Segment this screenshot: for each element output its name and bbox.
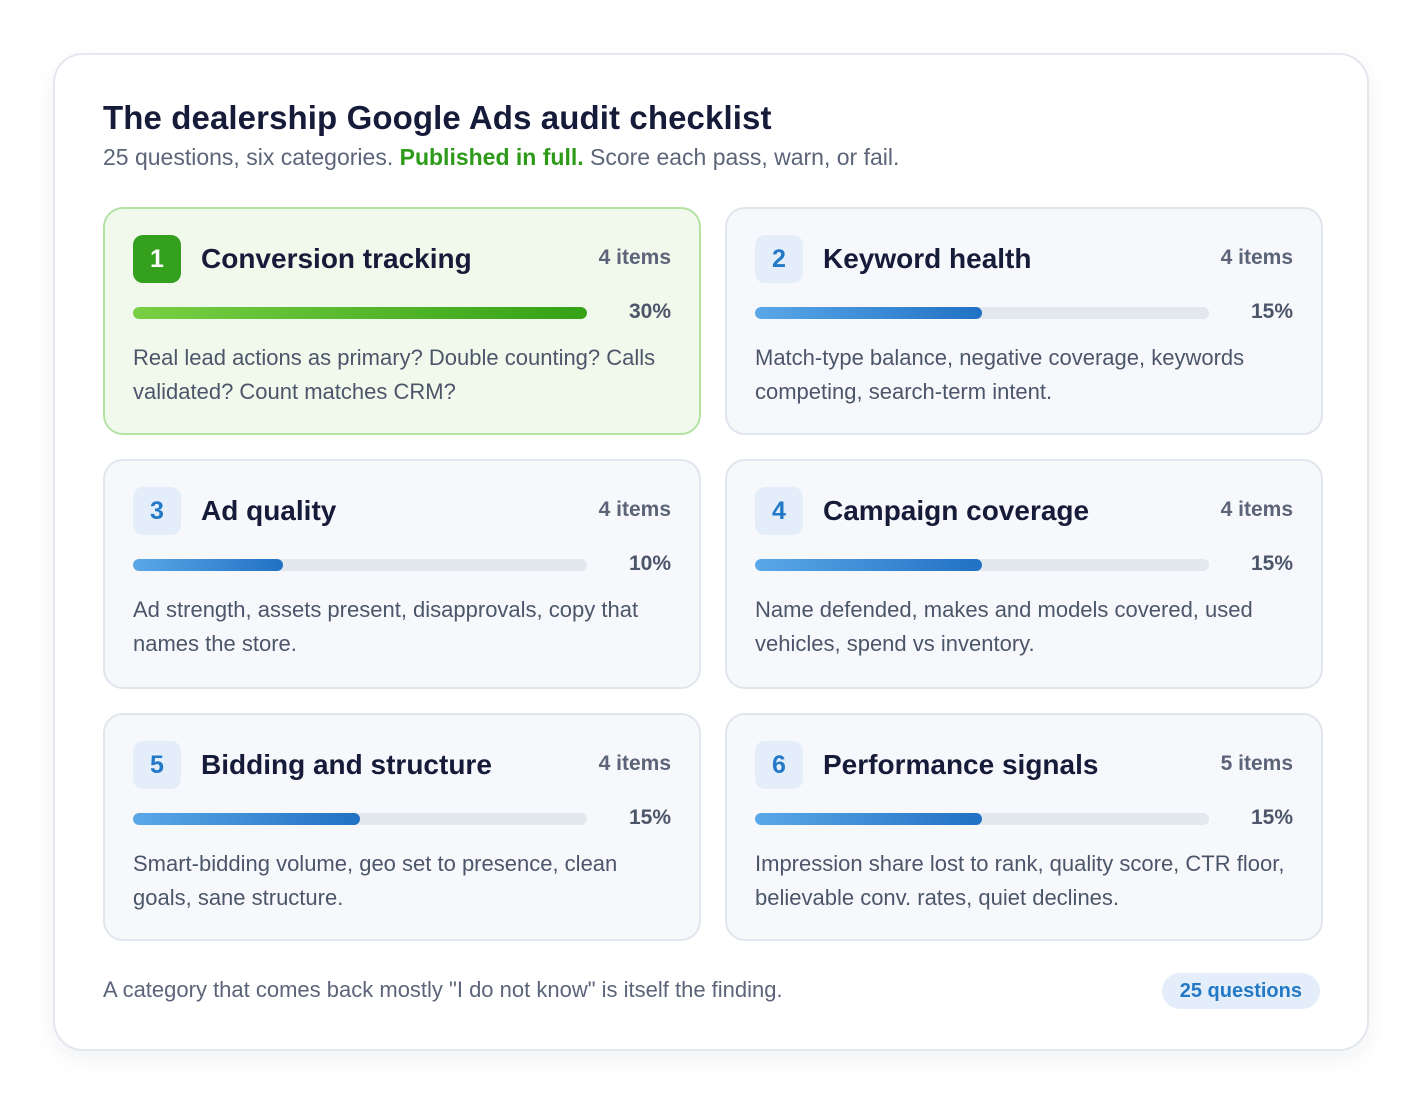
page-title: The dealership Google Ads audit checklis… bbox=[103, 99, 772, 136]
category-description: Ad strength, assets present, disapproval… bbox=[133, 597, 639, 656]
category-weight: 15% bbox=[1250, 300, 1293, 323]
category-card-ad-quality: 3 Ad quality 4 items 10% Ad strength, as… bbox=[103, 459, 701, 689]
category-card-bidding-and-structure: 5 Bidding and structure 4 items 15% Smar… bbox=[103, 713, 701, 941]
weight-progress-track bbox=[755, 307, 1209, 319]
weight-progress-track bbox=[133, 813, 587, 825]
category-title: Performance signals bbox=[823, 749, 1099, 780]
category-grid: 1 Conversion tracking 4 items 30% Real l… bbox=[103, 207, 1323, 941]
weight-progress-track bbox=[755, 813, 1209, 825]
category-item-count: 4 items bbox=[598, 752, 671, 775]
category-number-badge: 3 bbox=[133, 487, 181, 535]
weight-progress-fill bbox=[755, 813, 982, 825]
category-title: Campaign coverage bbox=[823, 495, 1090, 526]
category-card-keyword-health: 2 Keyword health 4 items 15% Match-type … bbox=[725, 207, 1323, 435]
weight-progress-track bbox=[133, 307, 587, 319]
category-weight: 15% bbox=[1250, 806, 1293, 829]
weight-progress-fill bbox=[133, 307, 587, 319]
category-item-count: 4 items bbox=[1220, 498, 1293, 521]
category-item-count: 5 items bbox=[1220, 752, 1293, 775]
question-count-badge: 25 questions bbox=[1161, 973, 1320, 1009]
audit-checklist-card: The dealership Google Ads audit checklis… bbox=[53, 53, 1369, 1051]
category-card-conversion-tracking: 1 Conversion tracking 4 items 30% Real l… bbox=[103, 207, 701, 435]
category-number-badge: 2 bbox=[755, 235, 803, 283]
category-description: Smart-bidding volume, geo set to presenc… bbox=[133, 851, 618, 910]
weight-progress-track bbox=[133, 559, 587, 571]
weight-progress-track bbox=[755, 559, 1209, 571]
category-description: Impression share lost to rank, quality s… bbox=[755, 851, 1285, 910]
category-weight: 15% bbox=[1250, 552, 1293, 575]
subtitle-text: 25 questions, six categories. bbox=[103, 144, 400, 170]
category-number-badge: 6 bbox=[755, 741, 803, 789]
weight-progress-fill bbox=[133, 813, 360, 825]
category-number-badge: 4 bbox=[755, 487, 803, 535]
category-card-campaign-coverage: 4 Campaign coverage 4 items 15% Name def… bbox=[725, 459, 1323, 689]
weight-progress-fill bbox=[755, 559, 982, 571]
category-item-count: 4 items bbox=[598, 246, 671, 269]
category-description: Name defended, makes and models covered,… bbox=[755, 597, 1253, 656]
category-title: Keyword health bbox=[823, 243, 1032, 274]
category-item-count: 4 items bbox=[598, 498, 671, 521]
category-title: Bidding and structure bbox=[201, 749, 492, 780]
page-subtitle: 25 questions, six categories. Published … bbox=[103, 144, 899, 171]
weight-progress-fill bbox=[755, 307, 982, 319]
weight-progress-fill bbox=[133, 559, 283, 571]
category-description: Match-type balance, negative coverage, k… bbox=[755, 345, 1245, 404]
category-weight: 30% bbox=[628, 300, 671, 323]
category-weight: 10% bbox=[628, 552, 671, 575]
footer-note: A category that comes back mostly "I do … bbox=[103, 977, 783, 1002]
published-highlight: Published in full. bbox=[399, 144, 584, 170]
category-item-count: 4 items bbox=[1220, 246, 1293, 269]
category-number-badge: 1 bbox=[133, 235, 181, 283]
category-weight: 15% bbox=[628, 806, 671, 829]
category-description: Real lead actions as primary? Double cou… bbox=[133, 345, 656, 404]
category-title: Ad quality bbox=[201, 495, 337, 526]
subtitle-text-end: Score each pass, warn, or fail. bbox=[583, 144, 900, 170]
category-title: Conversion tracking bbox=[201, 243, 472, 274]
category-card-performance-signals: 6 Performance signals 5 items 15% Impres… bbox=[725, 713, 1323, 941]
category-number-badge: 5 bbox=[133, 741, 181, 789]
